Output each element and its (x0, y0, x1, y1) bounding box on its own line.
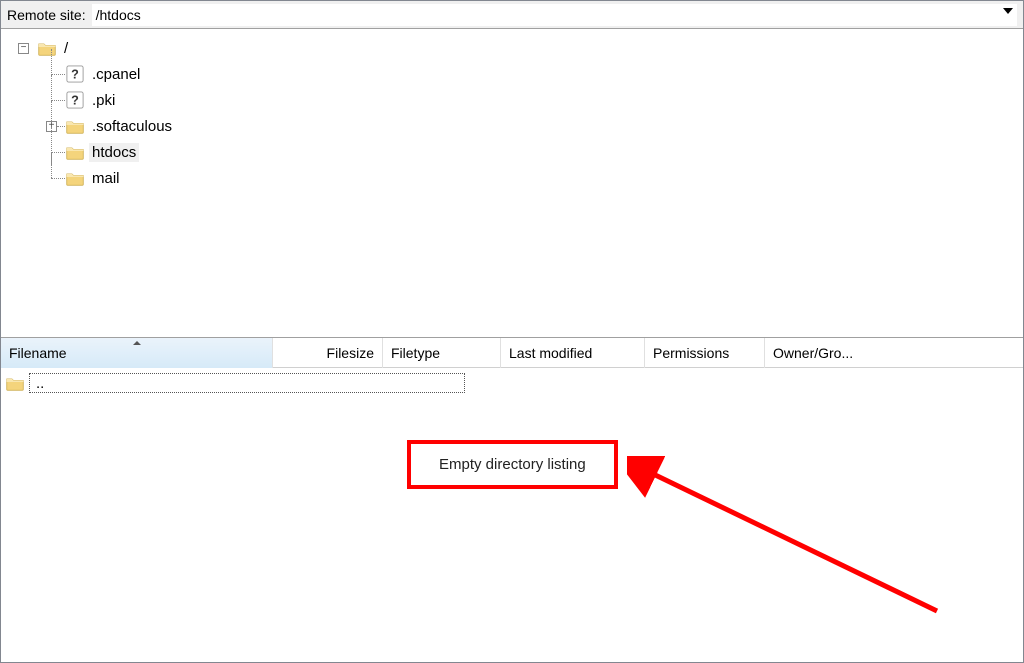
collapse-icon[interactable]: − (18, 43, 29, 54)
svg-text:?: ? (71, 94, 79, 108)
file-list-header: Filename Filesize Filetype Last modified… (1, 338, 1023, 368)
column-permissions[interactable]: Permissions (645, 338, 765, 368)
column-filesize[interactable]: Filesize (273, 338, 383, 368)
column-label: Filesize (327, 345, 374, 361)
tree-node-pki[interactable]: ? .pki (9, 87, 1019, 113)
remote-directory-tree[interactable]: − / ? .cpanel ? (1, 29, 1023, 337)
column-label: Filename (9, 345, 67, 361)
parent-directory-row[interactable]: .. (5, 372, 465, 394)
sort-asc-icon (133, 341, 141, 345)
column-label: Permissions (653, 345, 729, 361)
tree-node-label: htdocs (89, 143, 139, 162)
tree-node-softaculous[interactable]: + .softaculous (9, 113, 1019, 139)
tree-node-label: .softaculous (89, 117, 175, 136)
column-label: Last modified (509, 345, 592, 361)
tree-node-label: mail (89, 169, 123, 188)
column-filetype[interactable]: Filetype (383, 338, 501, 368)
tree-node-label: / (61, 39, 71, 58)
empty-directory-callout: Empty directory listing (407, 440, 618, 489)
tree-node-label: .pki (89, 91, 118, 110)
column-label: Filetype (391, 345, 440, 361)
remote-path-combobox[interactable]: /htdocs (92, 4, 1017, 26)
folder-icon (5, 374, 25, 392)
annotation-arrow (627, 456, 947, 656)
chevron-down-icon[interactable] (1003, 8, 1013, 14)
folder-icon (37, 39, 57, 57)
file-list[interactable]: .. Empty directory listing (1, 368, 1023, 662)
column-label: Owner/Gro... (773, 345, 853, 361)
unknown-icon: ? (65, 65, 85, 83)
empty-directory-text: Empty directory listing (439, 456, 586, 473)
remote-site-label: Remote site: (7, 7, 86, 23)
tree-node-label: .cpanel (89, 65, 143, 84)
tree-node-root[interactable]: − / (9, 35, 1019, 61)
column-last-modified[interactable]: Last modified (501, 338, 645, 368)
remote-path-bar: Remote site: /htdocs (1, 1, 1023, 29)
tree-node-cpanel[interactable]: ? .cpanel (9, 61, 1019, 87)
svg-text:?: ? (71, 68, 79, 82)
column-filename[interactable]: Filename (1, 338, 273, 368)
tree-node-htdocs[interactable]: htdocs (9, 139, 1019, 165)
folder-icon (65, 117, 85, 135)
parent-directory-label: .. (29, 373, 465, 393)
column-owner-group[interactable]: Owner/Gro... (765, 338, 883, 368)
folder-icon (65, 143, 85, 161)
unknown-icon: ? (65, 91, 85, 109)
tree-node-mail[interactable]: mail (9, 165, 1019, 191)
remote-path-value: /htdocs (96, 4, 141, 26)
folder-icon (65, 169, 85, 187)
